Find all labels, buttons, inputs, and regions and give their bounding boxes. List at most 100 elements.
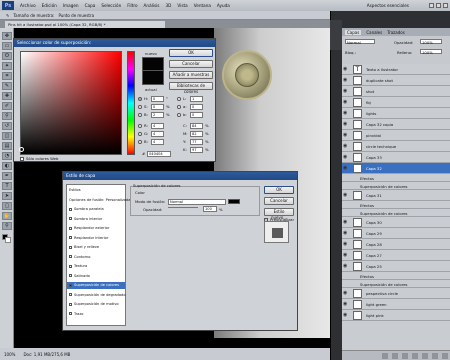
- layer-effect-row[interactable]: Superposición de colores: [342, 209, 450, 217]
- tab-layers[interactable]: Capas: [345, 29, 362, 35]
- blur-tool-icon[interactable]: ◔: [2, 152, 12, 160]
- layer-style-option[interactable]: Bisel y relieve: [67, 244, 125, 251]
- lab-l-radio[interactable]: [177, 97, 181, 101]
- new-style-button[interactable]: Estilo nuevo...: [264, 208, 294, 220]
- move-tool-icon[interactable]: ✥: [2, 32, 12, 40]
- trash-icon[interactable]: [442, 353, 448, 359]
- tab-channels[interactable]: Canales: [366, 30, 382, 35]
- menu-item[interactable]: Análisis: [141, 3, 163, 8]
- link-layers-icon[interactable]: [382, 353, 388, 359]
- web-colors-checkbox[interactable]: [20, 157, 24, 161]
- fx-icon[interactable]: [392, 353, 398, 359]
- eyedropper-icon[interactable]: ✎: [6, 13, 9, 18]
- eraser-tool-icon[interactable]: ◫: [2, 132, 12, 140]
- close-button[interactable]: [443, 3, 448, 8]
- style-checkbox[interactable]: [69, 245, 72, 249]
- eye-icon[interactable]: ◉: [343, 77, 351, 84]
- opacity-slider[interactable]: [168, 207, 198, 208]
- layer-row[interactable]: ◉ Capa 29: [342, 228, 450, 239]
- style-checkbox[interactable]: [69, 274, 72, 277]
- layer-style-option[interactable]: Estilos: [67, 187, 125, 194]
- layer-effect-row[interactable]: Superposición de colores: [342, 182, 450, 190]
- background-color-swatch[interactable]: [5, 237, 11, 243]
- blue-field[interactable]: 4: [151, 139, 164, 145]
- layer-row[interactable]: ◉ circle technique: [342, 141, 450, 152]
- overlay-color-swatch[interactable]: [228, 199, 240, 204]
- style-checkbox[interactable]: [69, 236, 72, 239]
- eye-icon[interactable]: ◉: [343, 301, 351, 308]
- layer-fill-field[interactable]: 100%: [420, 49, 442, 55]
- layer-row[interactable]: ◉ light pink: [342, 310, 450, 321]
- eye-icon[interactable]: ◉: [343, 230, 351, 237]
- crop-tool-icon[interactable]: ⌗: [2, 72, 12, 80]
- red-radio[interactable]: [138, 124, 142, 128]
- eye-icon[interactable]: ◉: [343, 252, 351, 259]
- hue-radio[interactable]: [138, 97, 142, 101]
- layer-style-option[interactable]: Resplandor exterior: [67, 225, 125, 232]
- layer-style-option[interactable]: Superposición de degradado: [67, 292, 126, 299]
- saturation-field[interactable]: 0: [151, 104, 164, 110]
- blue-radio[interactable]: [138, 140, 142, 144]
- shape-tool-icon[interactable]: ▢: [2, 202, 12, 210]
- saturation-brightness-field[interactable]: [20, 51, 122, 155]
- menu-item[interactable]: Imagen: [60, 3, 82, 8]
- dodge-tool-icon[interactable]: ◐: [2, 162, 12, 170]
- menu-item[interactable]: Archivo: [17, 3, 39, 8]
- menu-item[interactable]: Ayuda: [214, 3, 233, 8]
- gradient-tool-icon[interactable]: ▤: [2, 142, 12, 150]
- color-marker[interactable]: [19, 147, 24, 152]
- collapsed-panel-icons[interactable]: [330, 20, 342, 50]
- opacity-field[interactable]: 100: [203, 206, 217, 212]
- menu-item[interactable]: Selección: [98, 3, 124, 8]
- sample-size-select[interactable]: Punto de muestra: [58, 13, 94, 18]
- layer-row[interactable]: ◉ pinvidal: [342, 130, 450, 141]
- eye-icon[interactable]: ◉: [343, 290, 351, 297]
- cyan-field[interactable]: 84: [190, 123, 203, 129]
- cancel-button[interactable]: Cancelar: [169, 60, 213, 68]
- zoom-tool-icon[interactable]: ⚲: [2, 222, 12, 230]
- layer-row[interactable]: ◉ Capa 27: [342, 250, 450, 261]
- menu-item[interactable]: Capa: [82, 3, 99, 8]
- red-field[interactable]: 4: [151, 123, 164, 129]
- eye-icon[interactable]: ◉: [343, 263, 351, 270]
- layer-row[interactable]: ◉ Capa 30: [342, 217, 450, 228]
- brush-tool-icon[interactable]: ✐: [2, 102, 12, 110]
- menu-item[interactable]: Edición: [39, 3, 60, 8]
- layer-style-ok-button[interactable]: OK: [264, 186, 294, 194]
- saturation-radio[interactable]: [138, 105, 142, 109]
- add-to-swatches-button[interactable]: Añadir a muestras: [169, 71, 213, 79]
- zoom-level[interactable]: 100%: [4, 352, 15, 357]
- mask-icon[interactable]: [402, 353, 408, 359]
- style-checkbox[interactable]: [69, 264, 72, 268]
- layer-effect-row[interactable]: Efectos: [342, 174, 450, 182]
- eyedropper-tool-icon[interactable]: ✎: [2, 82, 12, 90]
- eye-icon[interactable]: ◉: [343, 154, 351, 161]
- green-radio[interactable]: [138, 132, 142, 136]
- menu-item[interactable]: Vista: [174, 3, 190, 8]
- style-checkbox[interactable]: [69, 312, 72, 315]
- eye-icon[interactable]: ◉: [343, 219, 351, 226]
- green-field[interactable]: 4: [151, 131, 164, 137]
- layer-effect-row[interactable]: Efectos: [342, 272, 450, 280]
- menu-item[interactable]: Ventana: [191, 3, 214, 8]
- blend-mode-select[interactable]: Normal: [168, 199, 226, 205]
- layer-style-option[interactable]: Trazo: [67, 311, 125, 318]
- layer-row[interactable]: ◉ fbj: [342, 97, 450, 108]
- document-tab[interactable]: Pins hit a Ilustrator.psd al 100% (Capa …: [5, 21, 165, 28]
- eye-icon[interactable]: ◉: [343, 143, 351, 150]
- layer-row[interactable]: ◉ duplicate shot: [342, 75, 450, 86]
- eye-icon[interactable]: ◉: [343, 312, 351, 319]
- brightness-field[interactable]: 2: [151, 112, 164, 118]
- tab-paths[interactable]: Trazados: [387, 30, 405, 35]
- layer-row[interactable]: ◉ T Texto a Ilustrator: [342, 64, 450, 75]
- workspace-switcher[interactable]: Aspectos esenciales: [367, 3, 409, 8]
- layer-row[interactable]: ◉ Capa 32: [342, 163, 450, 174]
- hue-slider[interactable]: [127, 51, 135, 155]
- layer-style-cancel-button[interactable]: Cancelar: [264, 197, 294, 205]
- hue-field[interactable]: 0: [151, 96, 164, 102]
- minimize-button[interactable]: [429, 3, 434, 8]
- hex-field[interactable]: 040404: [147, 151, 171, 157]
- pen-tool-icon[interactable]: ✒: [2, 172, 12, 180]
- layer-style-option[interactable]: Sombra paralela: [67, 206, 125, 213]
- eye-icon[interactable]: ◉: [343, 165, 351, 172]
